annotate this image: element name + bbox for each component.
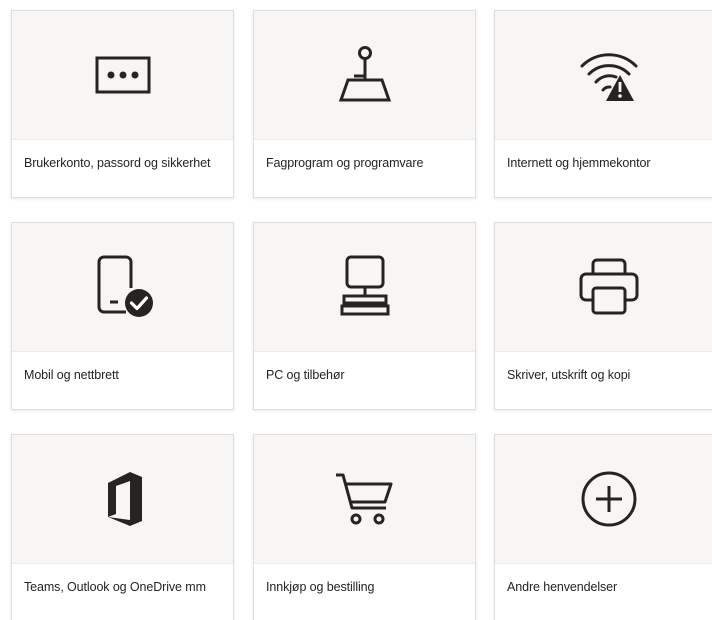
- tile-label: Innkjøp og bestilling: [266, 580, 375, 594]
- tile-label: Teams, Outlook og OneDrive mm: [24, 580, 206, 594]
- office-icon: [107, 472, 142, 526]
- tile-label: Internett og hjemmekontor: [507, 156, 651, 170]
- tile-purchase-ordering[interactable]: Innkjøp og bestilling: [253, 434, 476, 620]
- shopping-cart-icon: [335, 473, 392, 525]
- tile-icon-area: [12, 435, 233, 564]
- tile-label: PC og tilbehør: [266, 368, 345, 382]
- tile-other-requests[interactable]: Andre henvendelser: [494, 434, 712, 620]
- tile-label: Andre henvendelser: [507, 580, 618, 594]
- tile-teams-outlook-onedrive[interactable]: Teams, Outlook og OneDrive mm: [11, 434, 234, 620]
- tile-icon-area: [12, 223, 233, 352]
- printer-icon: [579, 258, 639, 315]
- tile-software[interactable]: Fagprogram og programvare: [253, 10, 476, 198]
- tile-icon-area: [12, 11, 233, 140]
- tile-label: Skriver, utskrift og kopi: [507, 368, 631, 382]
- tile-pc-accessories[interactable]: PC og tilbehør: [253, 222, 476, 410]
- phone-check-icon: [97, 255, 153, 317]
- joystick-icon: [338, 46, 391, 102]
- tile-mobile-tablet[interactable]: Mobil og nettbrett: [11, 222, 234, 410]
- tile-label: Fagprogram og programvare: [266, 156, 424, 170]
- tile-label: Brukerkonto, passord og sikkerhet: [24, 156, 211, 170]
- tile-icon-area: [495, 223, 712, 352]
- desktop-pc-icon: [340, 255, 389, 316]
- tile-icon-area: [495, 11, 712, 140]
- tile-internet-home-office[interactable]: Internett og hjemmekontor: [494, 10, 712, 198]
- tile-icon-area: [495, 435, 712, 564]
- tile-label: Mobil og nettbrett: [24, 368, 119, 382]
- service-tile-grid: Brukerkonto, passord og sikkerhet Fagpro…: [0, 0, 712, 620]
- tile-icon-area: [254, 435, 475, 564]
- tile-printer-copy[interactable]: Skriver, utskrift og kopi: [494, 222, 712, 410]
- password-dots-icon: [95, 56, 150, 94]
- tile-account-password-security[interactable]: Brukerkonto, passord og sikkerhet: [11, 10, 234, 198]
- tile-icon-area: [254, 11, 475, 140]
- plus-circle-icon: [581, 471, 637, 527]
- tile-icon-area: [254, 223, 475, 352]
- wifi-warning-icon: [580, 53, 638, 101]
